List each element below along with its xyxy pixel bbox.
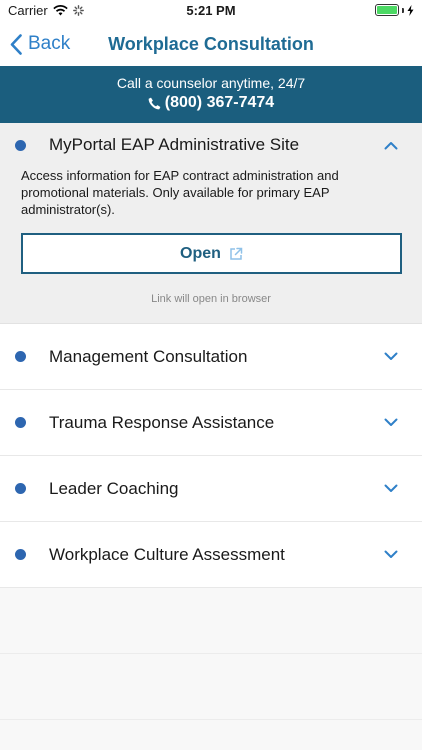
list-item-title: Management Consultation bbox=[49, 346, 248, 366]
status-right bbox=[375, 4, 414, 16]
chevron-down-icon[interactable] bbox=[384, 418, 398, 427]
chevron-down-icon[interactable] bbox=[384, 550, 398, 559]
expanded-item-title: MyPortal EAP Administrative Site bbox=[49, 135, 300, 154]
list-item-title: Trauma Response Assistance bbox=[49, 412, 275, 432]
open-button-label: Open bbox=[180, 244, 221, 262]
chevron-down-icon[interactable] bbox=[384, 352, 398, 361]
bullet-dot bbox=[15, 483, 26, 494]
page-title: Workplace Consultation bbox=[108, 34, 314, 54]
status-time: 5:21 PM bbox=[186, 3, 236, 18]
bullet-dot bbox=[15, 417, 26, 428]
list-item-management-consultation[interactable]: Management Consultation bbox=[0, 324, 422, 390]
phone-link[interactable]: (800) 367-7474 bbox=[148, 94, 274, 112]
empty-row bbox=[0, 588, 422, 654]
phone-number: (800) 367-7474 bbox=[164, 94, 275, 111]
battery-cap bbox=[402, 7, 404, 13]
list-item-trauma-response[interactable]: Trauma Response Assistance bbox=[0, 390, 422, 456]
empty-row bbox=[0, 720, 422, 750]
chevron-down-icon[interactable] bbox=[384, 484, 398, 493]
empty-row bbox=[0, 654, 422, 720]
navigation-bar: Back Workplace Consultation bbox=[0, 22, 422, 66]
external-link-icon bbox=[230, 247, 243, 260]
list-item-title: Workplace Culture Assessment bbox=[49, 544, 285, 564]
bullet-dot bbox=[15, 549, 26, 560]
expanded-item-header[interactable]: MyPortal EAP Administrative Site bbox=[0, 123, 422, 167]
status-bar: Carrier 5:21 PM bbox=[0, 0, 422, 22]
battery-icon bbox=[375, 4, 399, 16]
list-item-workplace-culture[interactable]: Workplace Culture Assessment bbox=[0, 522, 422, 588]
charging-bolt-icon bbox=[407, 4, 414, 16]
phone-icon bbox=[148, 97, 161, 109]
browser-note: Link will open in browser bbox=[151, 293, 271, 305]
bullet-dot bbox=[15, 139, 26, 151]
list-item-leader-coaching[interactable]: Leader Coaching bbox=[0, 456, 422, 522]
list-item-title: Leader Coaching bbox=[49, 478, 179, 498]
expanded-item: MyPortal EAP Administrative Site Access … bbox=[0, 123, 422, 324]
banner-text: Call a counselor anytime, 24/7 bbox=[116, 75, 306, 91]
chevron-up-icon[interactable] bbox=[384, 141, 398, 150]
counselor-banner: Call a counselor anytime, 24/7 (800) 367… bbox=[0, 66, 422, 123]
bullet-dot bbox=[15, 351, 26, 362]
item-description: Access information for EAP contract admi… bbox=[21, 168, 339, 217]
open-button[interactable]: Open bbox=[21, 233, 402, 274]
